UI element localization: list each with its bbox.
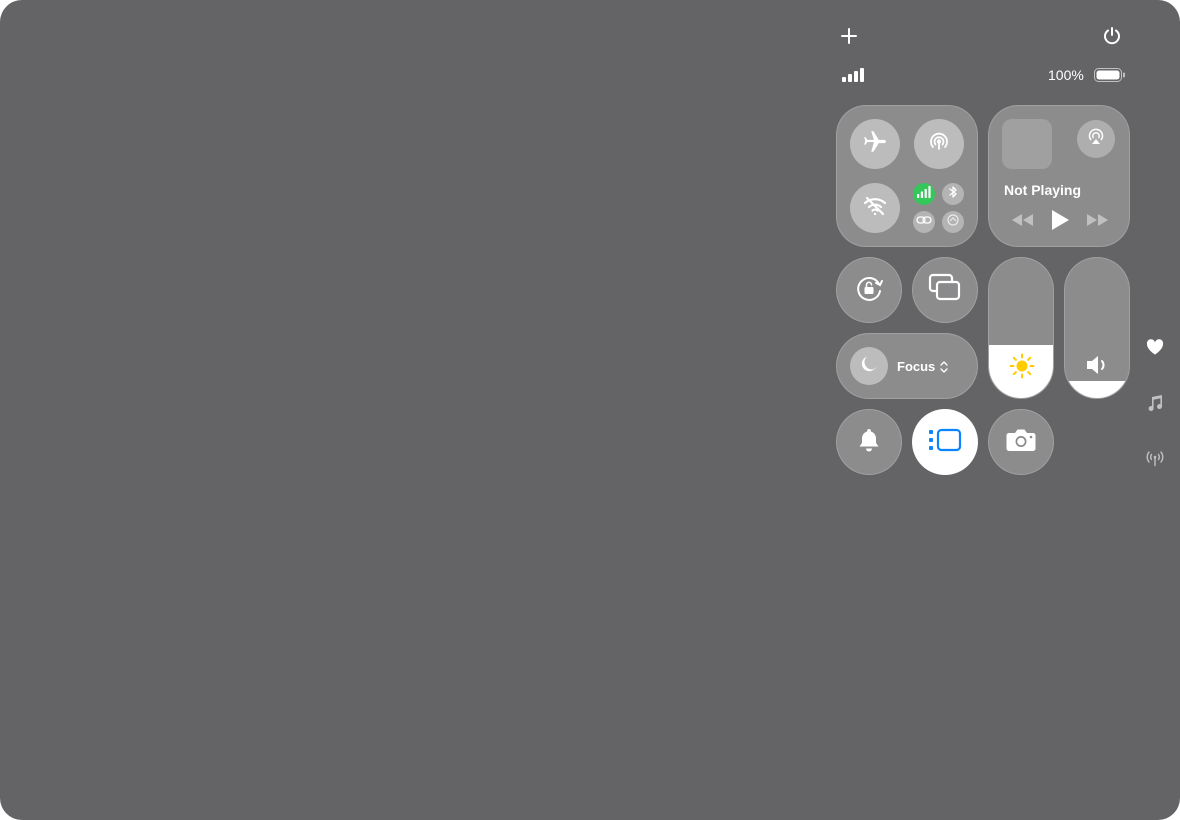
bluetooth-toggle[interactable] [942, 183, 964, 205]
airdrop-toggle[interactable] [914, 119, 964, 169]
battery-percentage: 100% [1048, 67, 1084, 83]
cellular-icon [917, 185, 931, 203]
camera-icon [1005, 427, 1037, 458]
link-icon [916, 213, 932, 231]
focus-module[interactable]: Focus [836, 333, 978, 399]
heart-icon [1146, 338, 1164, 360]
rotation-lock-icon [852, 271, 886, 310]
screen-mirroring-icon [928, 273, 962, 308]
add-control-button[interactable] [835, 24, 863, 52]
album-artwork [1002, 119, 1052, 169]
battery-icon [1094, 68, 1126, 87]
airplay-button[interactable] [1077, 120, 1115, 158]
power-icon [1102, 26, 1122, 51]
now-playing-status: Not Playing [1004, 182, 1082, 198]
music-page-button[interactable] [1144, 394, 1166, 416]
speaker-icon [1085, 354, 1111, 381]
control-center-screen: 100% Not Playing Focus [0, 0, 1180, 820]
moon-icon [859, 354, 879, 379]
play-icon [1050, 209, 1070, 236]
connectivity-module [836, 105, 978, 247]
connectivity-page-button[interactable] [1144, 449, 1166, 471]
music-note-icon [1147, 394, 1163, 417]
wifi-toggle[interactable] [850, 183, 900, 233]
airplay-audio-icon [1086, 127, 1106, 152]
cellular-data-toggle[interactable] [913, 183, 935, 205]
play-button[interactable] [1047, 209, 1073, 235]
fast-forward-button[interactable] [1085, 213, 1111, 231]
stage-manager-icon [928, 428, 962, 457]
sun-icon [1009, 353, 1035, 384]
volume-slider-fill [1065, 381, 1129, 398]
plus-icon [841, 27, 857, 49]
fast-forward-icon [1086, 213, 1110, 232]
power-button[interactable] [1098, 24, 1126, 52]
stage-manager-button[interactable] [912, 409, 978, 475]
signal-strength-icon [842, 68, 866, 87]
airplane-mode-toggle[interactable] [850, 119, 900, 169]
camera-button[interactable] [988, 409, 1054, 475]
silent-mode-button[interactable] [836, 409, 902, 475]
favorites-page-button[interactable] [1144, 338, 1166, 360]
chevron-up-down-icon [939, 360, 949, 379]
rewind-icon [1010, 213, 1034, 232]
brightness-slider[interactable] [988, 257, 1054, 399]
now-playing-module[interactable]: Not Playing [988, 105, 1130, 247]
orientation-lock-button[interactable] [836, 257, 902, 323]
airdrop-icon [926, 129, 952, 160]
airplane-icon [862, 129, 888, 160]
rewind-button[interactable] [1009, 213, 1035, 231]
focus-toggle[interactable] [850, 347, 888, 385]
focus-label: Focus [897, 359, 936, 374]
personal-hotspot-toggle[interactable] [913, 211, 935, 233]
vpn-toggle[interactable] [942, 211, 964, 233]
screen-mirroring-button[interactable] [912, 257, 978, 323]
antenna-icon [1145, 449, 1165, 472]
vpn-icon [946, 213, 960, 232]
volume-slider[interactable] [1064, 257, 1130, 399]
bluetooth-icon [947, 185, 959, 204]
bell-icon [857, 427, 881, 458]
wifi-off-icon [862, 193, 888, 224]
